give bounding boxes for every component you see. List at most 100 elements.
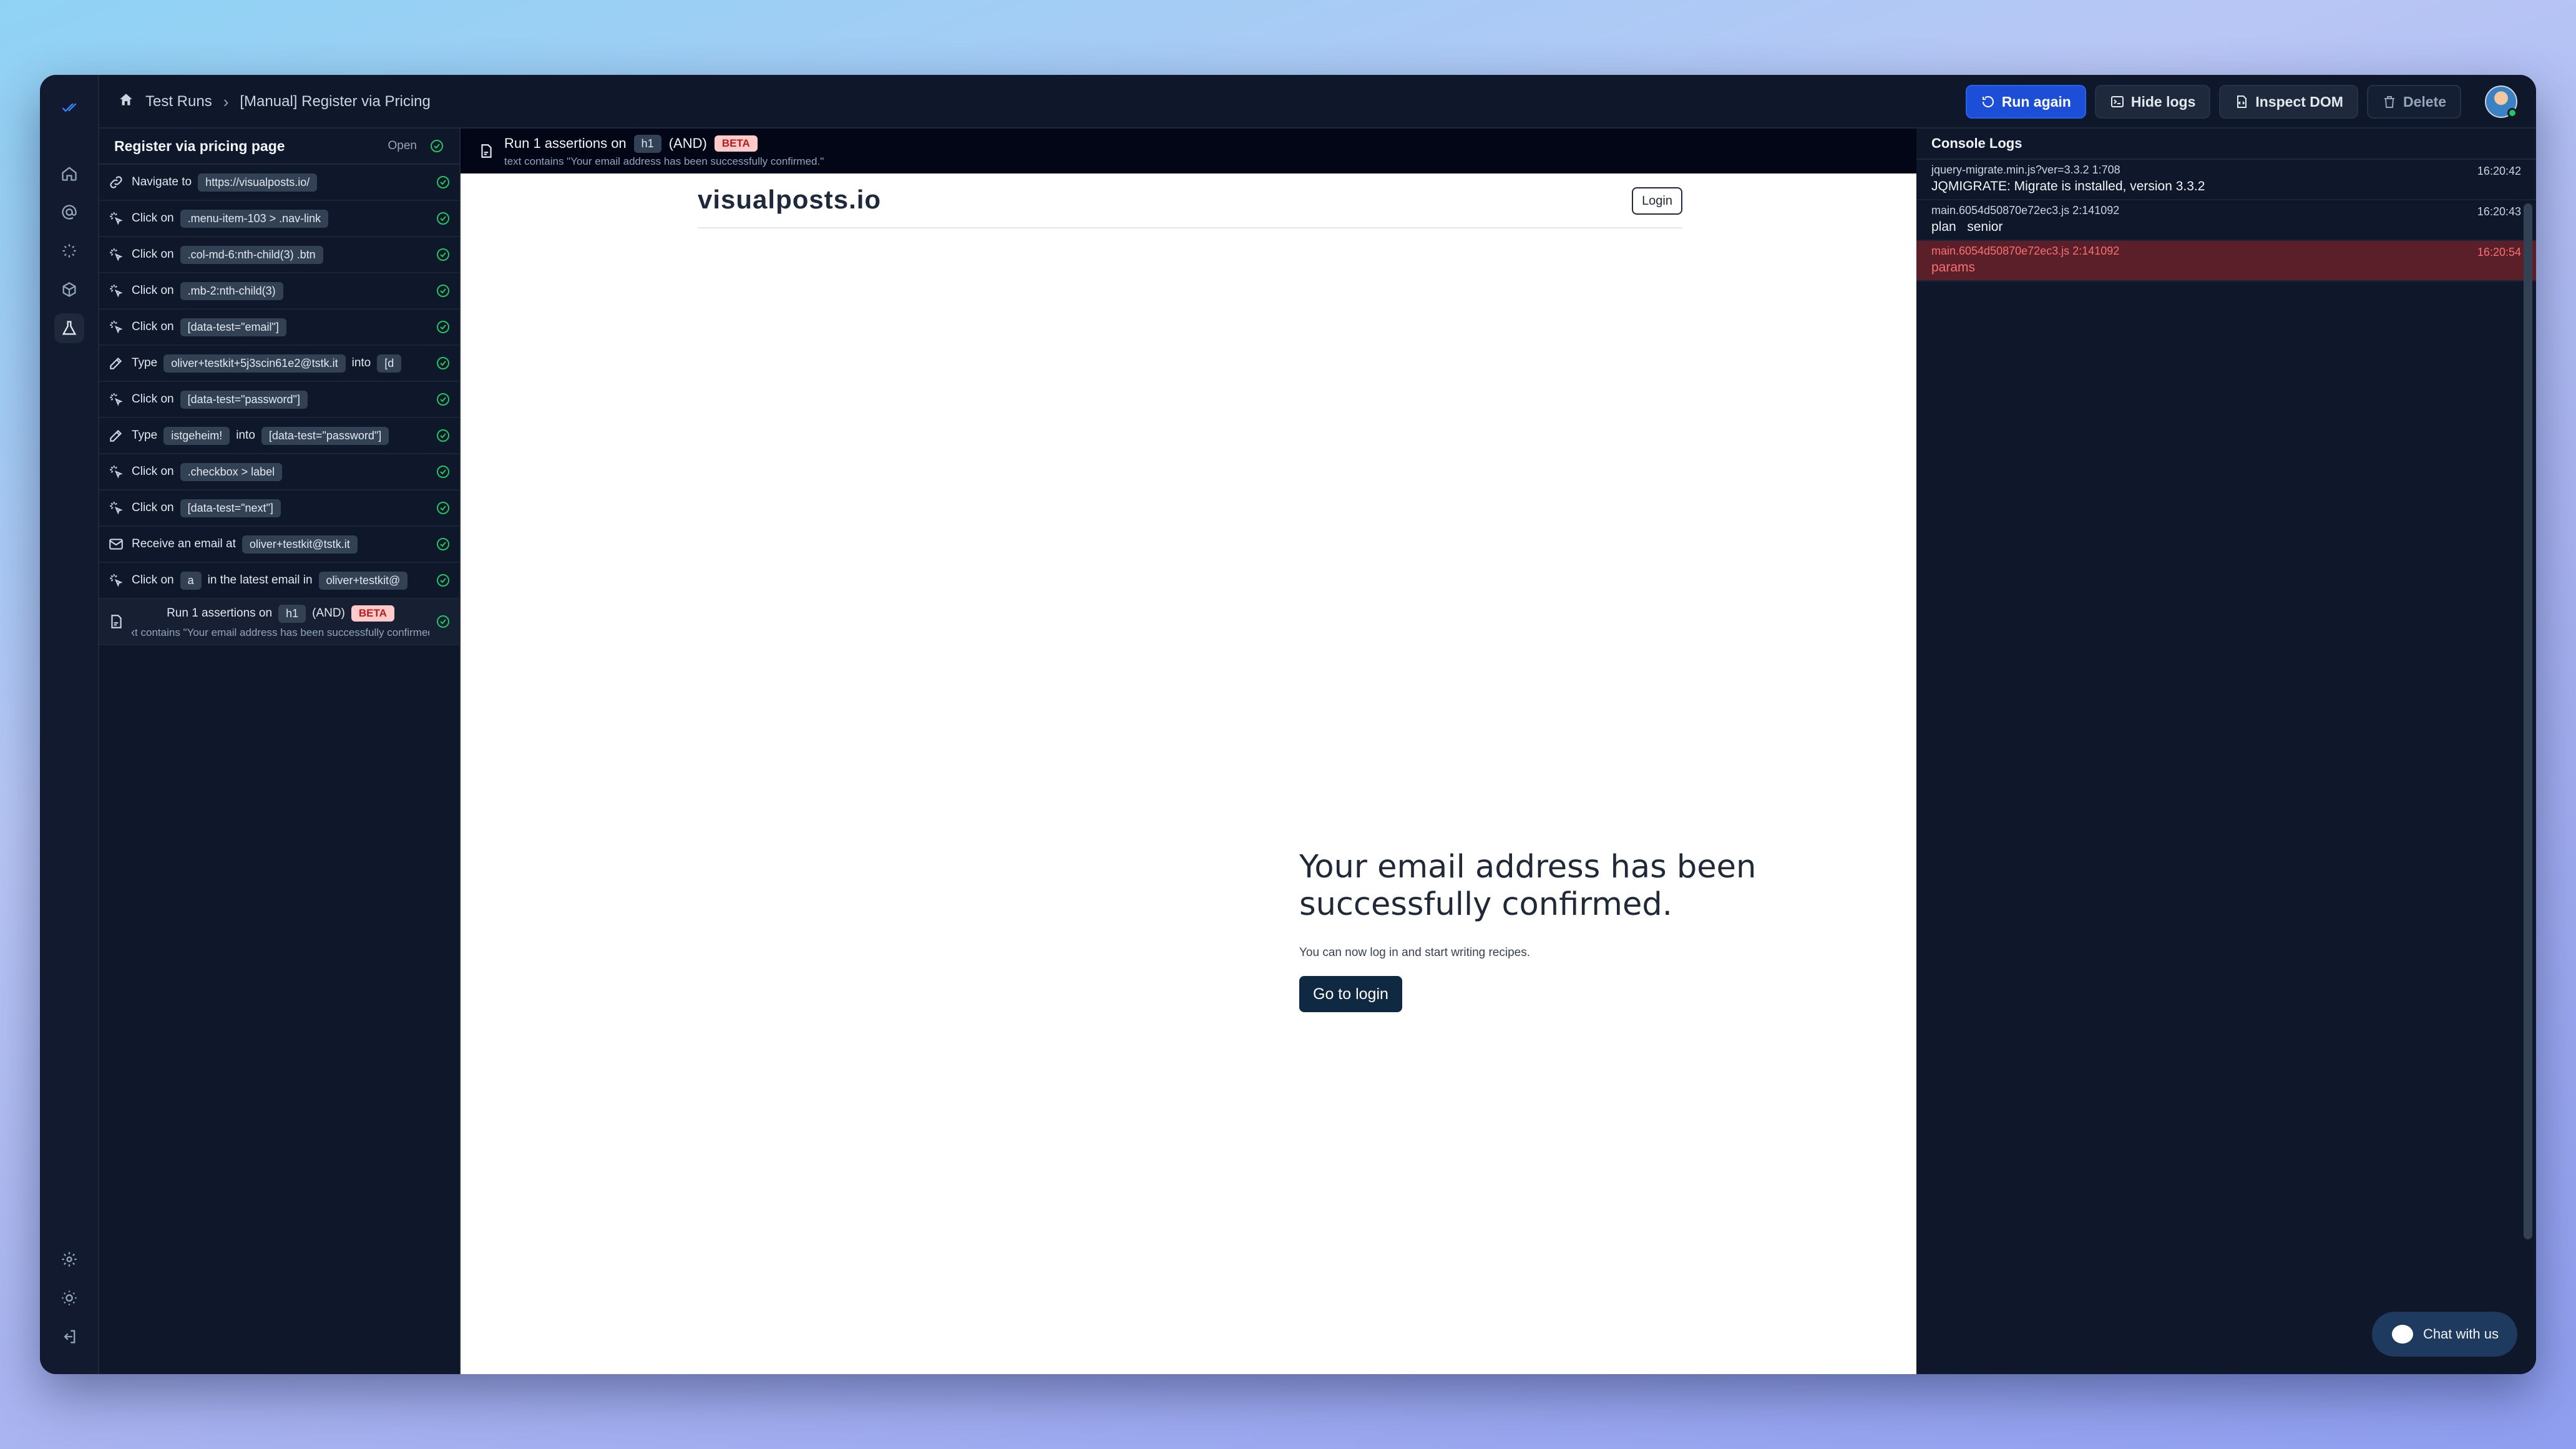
step-action: Click on <box>132 501 174 514</box>
check-circle-icon <box>436 247 451 262</box>
mail-icon <box>107 535 125 554</box>
step-target-2: oliver+testkit@ <box>318 571 408 590</box>
step-row[interactable]: Click on [data-test="email"] <box>99 310 459 346</box>
site-viewport: visualposts.io Login Your email address … <box>461 173 1916 1374</box>
check-circle-icon <box>436 500 451 515</box>
console-panel: Console Logs jquery-migrate.min.js?ver=3… <box>1916 129 2536 1374</box>
test-title: Register via pricing page <box>114 137 285 154</box>
step-connector: into <box>351 356 371 369</box>
flask-icon[interactable] <box>54 313 84 343</box>
step-row[interactable]: Click on a in the latest email in oliver+te… <box>99 563 459 599</box>
run-again-button[interactable]: Run again <box>1965 85 2086 119</box>
step-target: [data-test="next"] <box>180 499 281 517</box>
step-row[interactable]: Click on .menu-item-103 > .nav-link <box>99 201 459 237</box>
step-target-2: [d <box>377 354 402 373</box>
beta-badge: BETA <box>714 135 758 152</box>
edit-icon <box>107 426 125 445</box>
check-circle-icon <box>436 211 451 226</box>
package-icon[interactable] <box>54 275 84 305</box>
chat-bubble-icon <box>2391 1325 2413 1344</box>
check-circle-icon <box>436 428 451 443</box>
step-action: Run 1 assertions on <box>167 607 273 620</box>
go-to-login-button[interactable]: Go to login <box>1299 976 1402 1012</box>
breadcrumb-test-runs[interactable]: Test Runs <box>145 93 212 110</box>
log-entry-error[interactable]: main.6054d50870e72ec3.js 2:141092 16:20:… <box>1916 241 2536 281</box>
step-target: [data-test="email"] <box>180 318 286 336</box>
pointer-click-icon <box>107 571 125 590</box>
step-row[interactable]: Click on .checkbox > label <box>99 454 459 490</box>
step-row[interactable]: Click on .col-md-6:nth-child(3) .btn <box>99 237 459 273</box>
delete-button[interactable]: Delete <box>2366 85 2461 119</box>
log-message: plan senior <box>1931 220 2003 234</box>
beta-badge: BETA <box>351 605 394 622</box>
run-again-label: Run again <box>2001 93 2071 110</box>
online-status-dot <box>2507 108 2517 118</box>
step-row[interactable]: Click on [data-test="password"] <box>99 382 459 418</box>
site-logo[interactable]: visualposts.io <box>698 185 881 215</box>
step-target: https://visualposts.io/ <box>198 173 318 192</box>
chat-label: Chat with us <box>2422 1326 2499 1342</box>
avatar[interactable] <box>2485 85 2517 118</box>
link-icon <box>107 173 125 192</box>
log-source: jquery-migrate.min.js?ver=3.3.2 1:708 <box>1931 163 2120 176</box>
sun-icon[interactable] <box>54 1283 84 1313</box>
check-circle-icon <box>436 573 451 588</box>
step-description: text contains "Your email address has be… <box>132 626 429 638</box>
console-title: Console Logs <box>1916 129 2536 160</box>
app-logo-icon[interactable] <box>54 92 84 122</box>
confirmation-block: Your email address has been successfully… <box>1299 849 1773 1012</box>
open-link[interactable]: Open <box>388 139 417 153</box>
step-action: Click on <box>132 320 174 333</box>
check-circle-icon <box>436 614 451 629</box>
home-icon[interactable] <box>54 159 84 188</box>
trash-icon <box>2384 96 2394 108</box>
inspect-dom-button[interactable]: Inspect DOM <box>2219 85 2358 119</box>
log-entry[interactable]: jquery-migrate.min.js?ver=3.3.2 1:708 16… <box>1916 160 2536 200</box>
log-source: main.6054d50870e72ec3.js 2:141092 <box>1931 204 2120 217</box>
step-action: Type <box>132 429 158 442</box>
step-row[interactable]: Click on .mb-2:nth-child(3) <box>99 273 459 310</box>
log-source: main.6054d50870e72ec3.js 2:141092 <box>1931 245 2120 257</box>
step-target-2: [data-test="password"] <box>261 426 389 445</box>
app-window: Test Runs › [Manual] Register via Pricin… <box>40 75 2536 1374</box>
pointer-click-icon <box>107 209 125 228</box>
step-action: Click on <box>132 248 174 261</box>
assertion-target: h1 <box>633 134 661 153</box>
steps-panel: Register via pricing page Open Navigate … <box>99 129 461 1374</box>
step-row[interactable]: Navigate to https://visualposts.io/ <box>99 165 459 201</box>
step-target: oliver+testkit+5j3scin61e2@tstk.it <box>163 354 346 373</box>
step-target: oliver+testkit@tstk.it <box>242 535 358 554</box>
step-row-selected[interactable]: Run 1 assertions on h1 (AND) BETA text c… <box>99 599 459 645</box>
at-sign-icon[interactable] <box>54 197 84 227</box>
log-time: 16:20:43 <box>2477 205 2521 218</box>
hide-logs-button[interactable]: Hide logs <box>2094 85 2211 119</box>
file-check-icon <box>478 143 494 159</box>
step-action: Navigate to <box>132 175 192 188</box>
delete-label: Delete <box>2403 93 2446 110</box>
chevron-right-icon: › <box>223 92 229 111</box>
login-button[interactable]: Login <box>1632 187 1682 215</box>
step-row[interactable]: Type oliver+testkit+5j3scin61e2@tstk.it in… <box>99 346 459 382</box>
check-circle-icon <box>436 320 451 334</box>
pointer-click-icon <box>107 281 125 300</box>
step-row[interactable]: Click on [data-test="next"] <box>99 490 459 527</box>
log-entry[interactable]: main.6054d50870e72ec3.js 2:141092 16:20:… <box>1916 200 2536 241</box>
check-circle-icon <box>436 356 451 371</box>
loader-icon[interactable] <box>54 236 84 266</box>
pointer-click-icon <box>107 318 125 336</box>
settings-icon[interactable] <box>54 1244 84 1274</box>
assertion-description: text contains "Your email address has be… <box>504 155 824 167</box>
step-target: h1 <box>278 604 306 623</box>
check-circle-icon <box>436 537 451 552</box>
terminal-icon <box>2110 96 2124 107</box>
step-row[interactable]: Receive an email at oliver+testkit@tstk.i… <box>99 527 459 563</box>
check-circle-icon <box>429 139 444 154</box>
logout-icon[interactable] <box>54 1322 84 1352</box>
home-icon[interactable] <box>118 92 134 112</box>
step-action: Click on <box>132 393 174 406</box>
step-row[interactable]: Type istgeheim! into [data-test="password"] <box>99 418 459 454</box>
console-scrollbar[interactable] <box>2524 203 2532 1239</box>
pointer-click-icon <box>107 245 125 264</box>
chat-button[interactable]: Chat with us <box>2371 1312 2517 1357</box>
refresh-icon <box>1982 96 1994 107</box>
